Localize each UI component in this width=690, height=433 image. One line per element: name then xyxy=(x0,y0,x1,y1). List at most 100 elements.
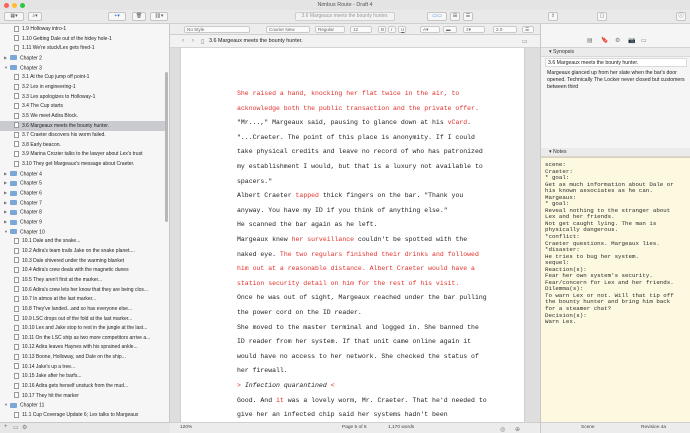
binder-item[interactable]: 10.15 Jake after he barfs... xyxy=(0,371,165,381)
back-arrow-icon[interactable]: ‹ xyxy=(182,38,184,44)
close-window-button[interactable] xyxy=(4,2,9,8)
forward-arrow-icon[interactable]: › xyxy=(192,38,194,44)
binder-item[interactable]: 3.7 Craeter discovers his worm failed. xyxy=(0,130,165,140)
link-button[interactable]: ⛓▾ xyxy=(150,12,168,21)
quick-search-box[interactable]: 3.6 Margeaux meets the bounty hunter. xyxy=(295,12,395,21)
binder-item[interactable]: 10.5 They aren't first at the marker... xyxy=(0,275,165,285)
text-line[interactable]: him out at a reasonable distance. Albert… xyxy=(237,265,475,272)
binder-item[interactable]: 3.8 Early beacon. xyxy=(0,140,165,150)
split-view-icon[interactable]: ▭ xyxy=(522,38,528,45)
outline-button[interactable]: ☰ xyxy=(463,12,473,21)
folder-icon[interactable]: ▭ xyxy=(13,424,19,431)
add-folder-icon[interactable]: + xyxy=(4,424,8,430)
synopsis-header[interactable]: ▾ Synopsis xyxy=(541,48,690,57)
add-comment-icon[interactable]: ⊕ xyxy=(515,425,520,433)
binder-item[interactable]: 1.10 Getting Dale out of the hidey hole-… xyxy=(0,34,165,44)
minimize-window-button[interactable] xyxy=(12,2,17,8)
list-button[interactable]: ☰ xyxy=(522,26,534,33)
binder-folder[interactable]: ▼ Chapter 3 xyxy=(0,63,165,73)
binder-item[interactable]: 10.16 Adira gets herself unstuck from th… xyxy=(0,381,165,391)
notes-header[interactable]: ▾ Notes xyxy=(541,148,690,157)
binder-folder[interactable]: ▶ Chapter 8 xyxy=(0,207,165,217)
binder-item[interactable]: 10.10 Lex and Jake stop to rest in the j… xyxy=(0,323,165,333)
text-line[interactable]: "...Craeter. The point of this place is … xyxy=(237,134,475,141)
synopsis-title-field[interactable]: 3.6 Margeaux meets the bounty hunter. xyxy=(545,58,687,67)
font-size-select[interactable]: 12 xyxy=(350,26,372,33)
text-line[interactable]: She raised a hand, knocking her flat twi… xyxy=(237,90,459,97)
trash-button[interactable]: 🗑 xyxy=(132,12,146,21)
binder-item[interactable]: 3.2 Lex in engineering-1 xyxy=(0,82,165,92)
binder-item[interactable]: 10.2 Adira's team trails Jake on the sna… xyxy=(0,246,165,256)
text-line[interactable]: "Mr...," Margeaux said, pausing to glanc… xyxy=(237,119,471,126)
metadata-tab-icon[interactable]: ⚙ xyxy=(615,37,620,44)
binder-folder[interactable]: ▶ Chapter 7 xyxy=(0,198,165,208)
share-button[interactable]: ⇧ xyxy=(548,12,558,21)
text-line[interactable]: acknowledge both the public transaction … xyxy=(237,105,479,112)
zoom-level[interactable]: 120% xyxy=(180,423,192,433)
italic-button[interactable]: I xyxy=(388,26,396,33)
binder-folder[interactable]: ▶ Chapter 4 xyxy=(0,169,165,179)
binder-item[interactable]: 10.1 Dale and the snake... xyxy=(0,236,165,246)
binder-item[interactable]: 10.8 They've landed...and so has everyon… xyxy=(0,304,165,314)
underline-button[interactable]: U xyxy=(398,26,406,33)
layout-editor-button[interactable]: ▭▭ xyxy=(427,12,447,21)
target-icon[interactable]: ◎ xyxy=(500,425,505,433)
binder-item[interactable]: 3.1 At the Cup jump off point-1 xyxy=(0,72,165,82)
notes-text[interactable]: scene: Craeter: * goal: Get as much info… xyxy=(541,157,690,422)
bookmarks-tab-icon[interactable]: 🔖 xyxy=(601,37,608,44)
binder-item[interactable]: 10.17 They hit the marker xyxy=(0,391,165,401)
text-line[interactable]: He scanned the bar again as he left. xyxy=(237,221,377,228)
binder-item[interactable]: 3.4 The Cup starts xyxy=(0,101,165,111)
text-line[interactable]: She moved to the master terminal and log… xyxy=(237,324,479,331)
binder-folder[interactable]: ▶ Chapter 9 xyxy=(0,217,165,227)
zoom-window-button[interactable] xyxy=(20,2,25,8)
binder-item[interactable]: 10.14 Jake's up a tree... xyxy=(0,362,165,372)
binder-item[interactable]: 10.13 Boone, Holloway, and Dale on the s… xyxy=(0,352,165,362)
font-weight-select[interactable]: Regular xyxy=(315,26,345,33)
comments-tab-icon[interactable]: ▭ xyxy=(641,37,647,44)
text-line[interactable]: anyway. You have my ID if you think of a… xyxy=(237,207,448,214)
snapshots-tab-icon[interactable]: 📷 xyxy=(628,37,635,44)
add-item-button[interactable]: +▾ xyxy=(108,12,126,21)
binder-folder[interactable]: ▶ Chapter 2 xyxy=(0,53,165,63)
binder-item[interactable]: 1.11 We're stuck/Lex gets fired-1 xyxy=(0,43,165,53)
text-line[interactable]: spacers." xyxy=(237,178,272,185)
editor-area[interactable]: She raised a hand, knocking her flat twi… xyxy=(170,48,540,422)
binder-item[interactable]: 3.5 We meet Adira Block. xyxy=(0,111,165,121)
binder-folder[interactable]: ▼ Chapter 10 xyxy=(0,227,165,237)
binder-scrollbar[interactable] xyxy=(165,72,168,222)
search-button[interactable]: ⌕▾ xyxy=(28,12,42,21)
view-mode-button[interactable]: ▦▾ xyxy=(4,12,24,21)
editor-page[interactable]: She raised a hand, knocking her flat twi… xyxy=(180,48,525,422)
binder-item[interactable]: 10.4 Adira's crew deals with the magneti… xyxy=(0,265,165,275)
text-line[interactable]: Albert Craeter tapped thick fingers on t… xyxy=(237,192,463,199)
status-label[interactable]: Scene xyxy=(581,423,595,433)
corkboard-button[interactable]: ⊞ xyxy=(450,12,460,21)
binder-item[interactable]: 3.10 They get Margeaux's message about C… xyxy=(0,159,165,169)
binder-item[interactable]: 3.3 Lex apologizes to Holloway-1 xyxy=(0,92,165,102)
text-line[interactable]: the power cord on the ID reader. xyxy=(237,309,362,316)
highlight-button[interactable]: ▬ xyxy=(443,26,457,33)
style-select[interactable]: No Style xyxy=(184,26,250,33)
synopsis-text[interactable]: Margeaux glanced up from her slate when … xyxy=(547,70,685,91)
text-line[interactable]: > Infection quarantined < xyxy=(237,382,335,389)
binder-item[interactable]: 10.6 Adira's crew lets her know that the… xyxy=(0,285,165,295)
info-button[interactable]: ⓘ xyxy=(676,12,686,21)
gear-icon[interactable]: ⚙ xyxy=(22,424,27,431)
binder-item[interactable]: 3.9 Marina Crozier talks to the lawyer a… xyxy=(0,149,165,159)
text-line[interactable]: station security detail on him for the r… xyxy=(237,280,459,287)
text-color-button[interactable]: A▾ xyxy=(420,26,440,33)
binder-folder[interactable]: ▶ Chapter 6 xyxy=(0,188,165,198)
binder-item[interactable]: 10.11 On the LSC ship as two more compet… xyxy=(0,333,165,343)
text-line[interactable]: take physical credits and leave no recor… xyxy=(237,148,483,155)
text-line[interactable]: my establishment I would, but that is a … xyxy=(237,163,483,170)
text-line[interactable]: her firewall. xyxy=(237,367,288,374)
text-line[interactable]: would have no access to her network. She… xyxy=(237,353,479,360)
text-line[interactable]: Margeaux knew her surveillance couldn't … xyxy=(237,236,467,243)
binder-item[interactable]: 10.12 Adira leaves Haynes with his sprai… xyxy=(0,342,165,352)
text-line[interactable]: ID reader from her system. If that unit … xyxy=(237,338,471,345)
binder-folder[interactable]: ▶ Chapter 5 xyxy=(0,178,165,188)
alignment-button[interactable]: ≡▾ xyxy=(463,26,485,33)
notes-tab-icon[interactable]: ▤ xyxy=(587,37,593,44)
binder-item[interactable]: 3.6 Margeaux meets the bounty hunter. xyxy=(0,120,165,131)
